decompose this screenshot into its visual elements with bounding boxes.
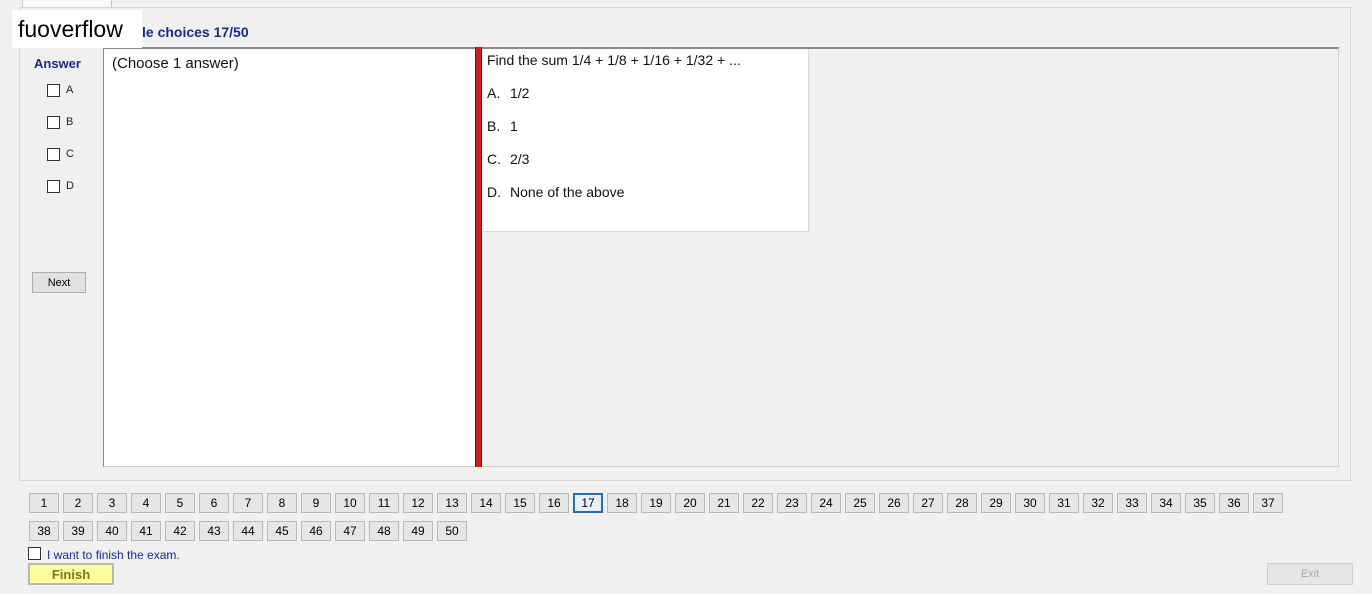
question-nav-button[interactable]: 47 bbox=[335, 521, 365, 541]
question-nav-button[interactable]: 26 bbox=[879, 493, 909, 513]
question-nav-button[interactable]: 22 bbox=[743, 493, 773, 513]
question-nav-button[interactable]: 15 bbox=[505, 493, 535, 513]
question-nav-button[interactable]: 32 bbox=[1083, 493, 1113, 513]
choice-letter: A. bbox=[487, 85, 501, 101]
question-pane: Find the sum 1/4 + 1/8 + 1/16 + 1/32 + .… bbox=[484, 49, 809, 232]
choice-c: C. 2/3 bbox=[487, 151, 529, 167]
question-nav-button[interactable]: 12 bbox=[403, 493, 433, 513]
choice-text: 1 bbox=[510, 118, 518, 134]
question-nav-button[interactable]: 2 bbox=[63, 493, 93, 513]
exit-button[interactable]: Exit bbox=[1267, 563, 1353, 585]
question-nav-button[interactable]: 50 bbox=[437, 521, 467, 541]
question-nav-button[interactable]: 4 bbox=[131, 493, 161, 513]
question-nav-button[interactable]: 37 bbox=[1253, 493, 1283, 513]
question-nav-button[interactable]: 6 bbox=[199, 493, 229, 513]
choice-text: 1/2 bbox=[510, 85, 530, 101]
answer-option-a[interactable]: A bbox=[47, 83, 73, 97]
finish-checkbox[interactable] bbox=[28, 546, 41, 560]
question-nav-button[interactable]: 25 bbox=[845, 493, 875, 513]
checkbox-a[interactable] bbox=[47, 83, 60, 97]
question-nav-button[interactable]: 31 bbox=[1049, 493, 1079, 513]
question-nav-button[interactable]: 8 bbox=[267, 493, 297, 513]
question-nav-button[interactable]: 30 bbox=[1015, 493, 1045, 513]
question-nav-button[interactable]: 36 bbox=[1219, 493, 1249, 513]
choice-b: B. 1 bbox=[487, 118, 518, 134]
answer-option-label: C bbox=[66, 148, 74, 160]
choice-text: None of the above bbox=[510, 184, 625, 200]
question-nav-button[interactable]: 42 bbox=[165, 521, 195, 541]
question-nav-button[interactable]: 9 bbox=[301, 493, 331, 513]
question-nav-button[interactable]: 41 bbox=[131, 521, 161, 541]
instruction-text: (Choose 1 answer) bbox=[112, 55, 239, 72]
answer-option-label: D bbox=[66, 180, 74, 192]
question-nav-button[interactable]: 23 bbox=[777, 493, 807, 513]
question-nav-button[interactable]: 38 bbox=[29, 521, 59, 541]
choice-d: D. None of the above bbox=[487, 184, 624, 200]
question-nav-button[interactable]: 14 bbox=[471, 493, 501, 513]
finish-button[interactable]: Finish bbox=[28, 563, 114, 585]
answer-option-label: B bbox=[66, 116, 74, 128]
choice-a: A. 1/2 bbox=[487, 85, 529, 101]
question-nav-button[interactable]: 5 bbox=[165, 493, 195, 513]
answer-heading: Answer bbox=[34, 56, 81, 71]
answer-option-label: A bbox=[66, 84, 74, 96]
answer-option-c[interactable]: C bbox=[47, 147, 74, 161]
next-button[interactable]: Next bbox=[32, 272, 86, 293]
question-nav-button[interactable]: 49 bbox=[403, 521, 433, 541]
finish-confirm[interactable]: I want to finish the exam. bbox=[28, 544, 180, 562]
question-text: Find the sum 1/4 + 1/8 + 1/16 + 1/32 + .… bbox=[487, 52, 741, 68]
choice-letter: C. bbox=[487, 151, 501, 167]
instruction-pane: (Choose 1 answer) bbox=[104, 49, 475, 466]
question-nav-button[interactable]: 39 bbox=[63, 521, 93, 541]
choice-letter: D. bbox=[487, 184, 501, 200]
question-nav-button[interactable]: 10 bbox=[335, 493, 365, 513]
choice-text: 2/3 bbox=[510, 151, 530, 167]
question-nav-button[interactable]: 3 bbox=[97, 493, 127, 513]
section-title: le choices 17/50 bbox=[142, 24, 249, 40]
question-nav-button[interactable]: 20 bbox=[675, 493, 705, 513]
question-nav-button[interactable]: 27 bbox=[913, 493, 943, 513]
question-nav-button[interactable]: 21 bbox=[709, 493, 739, 513]
watermark-label: fuoverflow bbox=[12, 10, 142, 48]
question-nav-button[interactable]: 44 bbox=[233, 521, 263, 541]
question-nav-button[interactable]: 18 bbox=[607, 493, 637, 513]
question-nav-button[interactable]: 46 bbox=[301, 521, 331, 541]
checkbox-c[interactable] bbox=[47, 147, 60, 161]
question-nav-button[interactable]: 33 bbox=[1117, 493, 1147, 513]
question-nav-button[interactable]: 16 bbox=[539, 493, 569, 513]
choice-letter: B. bbox=[487, 118, 501, 134]
question-nav-button[interactable]: 7 bbox=[233, 493, 263, 513]
finish-checkbox-label: I want to finish the exam. bbox=[47, 548, 180, 562]
question-nav-button[interactable]: 35 bbox=[1185, 493, 1215, 513]
question-nav-button[interactable]: 11 bbox=[369, 493, 399, 513]
question-nav-button[interactable]: 28 bbox=[947, 493, 977, 513]
question-nav-button[interactable]: 1 bbox=[29, 493, 59, 513]
answer-option-d[interactable]: D bbox=[47, 179, 74, 193]
checkbox-b[interactable] bbox=[47, 115, 60, 129]
question-nav-button[interactable]: 29 bbox=[981, 493, 1011, 513]
question-nav-button[interactable]: 45 bbox=[267, 521, 297, 541]
question-nav-button[interactable]: 13 bbox=[437, 493, 467, 513]
checkbox-d[interactable] bbox=[47, 179, 60, 193]
question-nav-button[interactable]: 24 bbox=[811, 493, 841, 513]
question-nav-button[interactable]: 43 bbox=[199, 521, 229, 541]
question-nav-button[interactable]: 17 bbox=[573, 493, 603, 513]
question-nav-button[interactable]: 40 bbox=[97, 521, 127, 541]
pane-splitter[interactable] bbox=[475, 47, 482, 467]
question-nav-button[interactable]: 34 bbox=[1151, 493, 1181, 513]
question-nav-button[interactable]: 19 bbox=[641, 493, 671, 513]
question-nav-button[interactable]: 48 bbox=[369, 521, 399, 541]
answer-option-b[interactable]: B bbox=[47, 115, 73, 129]
